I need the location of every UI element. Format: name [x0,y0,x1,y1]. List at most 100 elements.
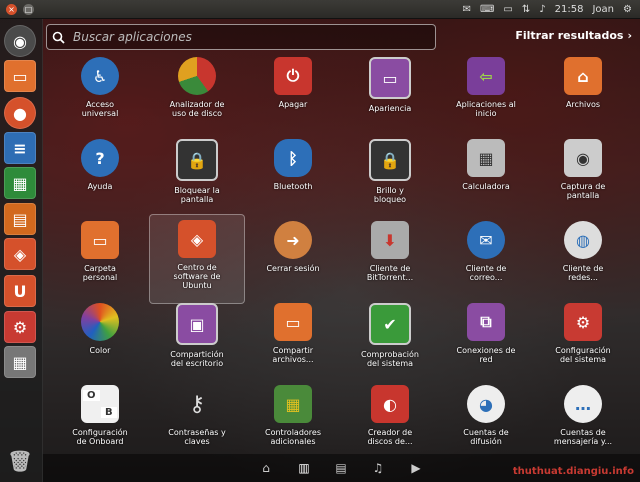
writer-icon[interactable]: ≡ [4,132,36,164]
user-name[interactable]: Joan [592,4,614,15]
ubuntu-logo-icon[interactable]: ◉ [4,25,36,57]
app-tile[interactable]: ⚙ Configuración del sistema [535,300,631,382]
app-tile-selected[interactable]: ◈ Centro de software de Ubuntu [149,214,245,304]
disk-usage-icon [178,57,216,95]
mail-icon[interactable]: ✉ [463,4,471,15]
app-tile[interactable]: ⧉ Conexiones de red [438,300,534,382]
app-tile[interactable]: ✔ Comprobación del sistema [342,300,438,382]
clock[interactable]: 21:58 [555,4,584,15]
music-lens-icon[interactable]: ♫ [370,460,386,476]
desktop-sharing-icon: ▣ [176,303,218,345]
app-tile[interactable]: 🔒 Bloquear la pantalla [149,136,245,218]
keyboard-icon[interactable]: ⌨ [480,4,494,15]
app-label: Configuración de Onboard [72,428,128,446]
battery-icon[interactable]: ▭ [503,4,512,15]
app-label: Configuración del sistema [555,346,611,364]
app-tile[interactable]: 🔒 Brillo y bloqueo [342,136,438,218]
maximize-icon[interactable]: □ [23,3,34,15]
video-lens-icon[interactable]: ▶ [408,460,424,476]
app-tile[interactable]: ◉ Captura de pantalla [535,136,631,218]
app-label: Centro de software de Ubuntu [173,263,221,290]
ubuntu-one-icon[interactable]: U [4,275,36,307]
app-tile[interactable]: ▭ Compartir archivos... [245,300,341,382]
firefox-icon[interactable]: ● [4,97,36,129]
chevron-right-icon: › [627,29,632,42]
messaging-accounts-icon: … [564,385,602,423]
disk-creator-icon: ◐ [371,385,409,423]
app-label: Compartición del escritorio [170,350,224,368]
window-controls: × □ [0,3,34,15]
app-tile[interactable]: ✉ Cliente de correo... [438,218,534,300]
filter-results-button[interactable]: Filtrar resultados › [515,29,632,42]
app-tile[interactable]: ⌂ Archivos [535,54,631,136]
close-icon[interactable]: × [6,3,17,15]
app-label: Apariencia [368,104,412,113]
app-tile[interactable]: ? Ayuda [52,136,148,218]
app-tile[interactable]: ᛒ Bluetooth [245,136,341,218]
applications-lens-icon[interactable]: ▥ [296,460,312,476]
network-client-icon: ◍ [564,221,602,259]
app-label: Conexiones de red [456,346,516,364]
folder-icon: ▭ [81,221,119,259]
app-tile[interactable]: … Cuentas de mensajería y... [535,382,631,464]
files-lens-icon[interactable]: ▤ [333,460,349,476]
app-label: Cliente de correo... [465,264,507,282]
app-label: Captura de pantalla [560,182,606,200]
app-label: Cliente de redes... [562,264,604,282]
app-tile[interactable]: Color [52,300,148,382]
screenshot-icon: ◉ [564,139,602,177]
app-label: Creador de discos de... [367,428,413,446]
trash-icon[interactable]: 🗑 [4,445,36,477]
network-icon[interactable]: ⇅ [522,4,530,15]
watermark: thuthuat.diangiu.info [512,466,634,477]
app-label: Archivos [565,100,601,109]
app-tile[interactable]: Analizador de uso de disco [149,54,245,136]
home-lens-icon[interactable]: ⌂ [258,460,274,476]
workspaces-icon[interactable]: ▦ [4,346,36,378]
keys-icon: ⚷ [188,391,206,417]
app-tile[interactable]: ▦ Calculadora [438,136,534,218]
settings-icon[interactable]: ⚙ [4,311,36,343]
volume-icon[interactable]: ♪ [539,4,545,15]
app-label: Color [89,346,111,355]
session-gear-icon[interactable]: ⚙ [623,4,632,15]
app-tile[interactable]: ▭ Carpeta personal [52,218,148,300]
impress-icon[interactable]: ▤ [4,203,36,235]
app-tile[interactable]: ⏻ Apagar [245,54,341,136]
lock-screen-icon: 🔒 [176,139,218,181]
file-sharing-icon: ▭ [274,303,312,341]
app-tile[interactable]: ▣ Compartición del escritorio [149,300,245,382]
help-icon: ? [81,139,119,177]
app-tile[interactable]: ⇦ Aplicaciones al inicio [438,54,534,136]
app-label: Ayuda [87,182,113,191]
app-tile[interactable]: ➜ Cerrar sesión [245,218,341,300]
app-tile[interactable]: ⬇ Cliente de BitTorrent... [342,218,438,300]
app-tile[interactable]: ▦ Controladores adicionales [245,382,341,464]
app-tile[interactable]: ♿ Acceso universal [52,54,148,136]
system-check-icon: ✔ [369,303,411,345]
app-tile[interactable]: ◕ Cuentas de difusión [438,382,534,464]
app-label: Comprobación del sistema [361,350,419,368]
search-input[interactable] [69,30,435,44]
app-tile[interactable]: OB Configuración de Onboard [52,382,148,464]
system-settings-icon: ⚙ [564,303,602,341]
launcher: ◉ ▭ ● ≡ ▦ ▤ ◈ U ⚙ ▦ 🗑 [0,19,43,482]
app-grid: ♿ Acceso universal Analizador de uso de … [42,50,640,450]
calc-icon[interactable]: ▦ [4,167,36,199]
search-icon [47,26,69,48]
app-label: Bloquear la pantalla [174,186,220,204]
app-label: Cerrar sesión [266,264,320,273]
network-connections-icon: ⧉ [467,303,505,341]
app-label: Brillo y bloqueo [373,186,407,204]
app-tile[interactable]: ▭ Apariencia [342,54,438,136]
files-icon[interactable]: ▭ [4,60,36,92]
app-tile[interactable]: ◍ Cliente de redes... [535,218,631,300]
torrent-icon: ⬇ [371,221,409,259]
software-center-icon[interactable]: ◈ [4,238,36,270]
color-icon [81,303,119,341]
app-label: Aplicaciones al inicio [456,100,516,118]
app-tile[interactable]: ◐ Creador de discos de... [342,382,438,464]
app-tile[interactable]: ⚷ Contraseñas y claves [149,382,245,464]
app-label: Apagar [278,100,308,109]
startup-apps-icon: ⇦ [467,57,505,95]
